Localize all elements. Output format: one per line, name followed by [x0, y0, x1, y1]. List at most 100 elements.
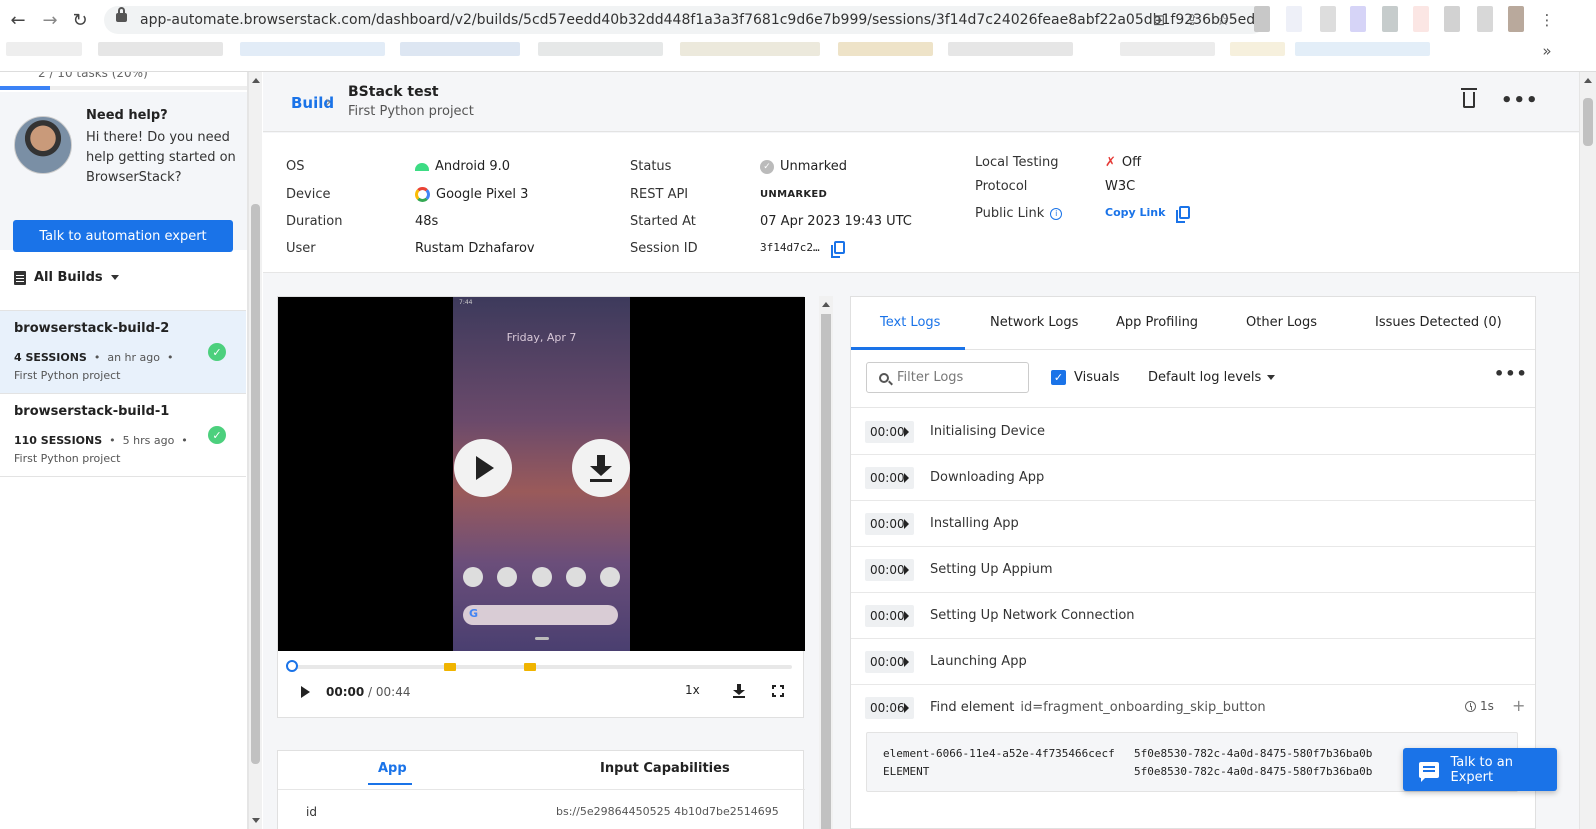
copy-icon[interactable] [830, 241, 845, 258]
log-argument: id=fragment_onboarding_skip_button [1020, 700, 1266, 715]
log-row[interactable]: 00:00 Launching App [851, 639, 1535, 685]
copy-link[interactable]: Copy Link [1105, 206, 1191, 223]
video-column-scrollbar[interactable] [819, 296, 833, 829]
more-options-icon[interactable]: ••• [1494, 364, 1528, 383]
build-list-item[interactable]: browserstack-build-1 110 SESSIONS • 5 hr… [0, 394, 246, 477]
tab-app-profiling[interactable]: App Profiling [1116, 315, 1198, 330]
timeline-marker[interactable] [524, 663, 536, 671]
build-age: 5 hrs ago [122, 434, 175, 447]
log-timestamp[interactable]: 00:00 [865, 421, 914, 443]
disconnected-icon: ✗ [1105, 155, 1116, 170]
tab-input-capabilities[interactable]: Input Capabilities [600, 761, 730, 776]
expand-icon[interactable]: + [1512, 696, 1525, 715]
extension-icon[interactable] [1382, 6, 1398, 32]
log-row[interactable]: 00:00 Setting Up Network Connection [851, 593, 1535, 639]
log-row[interactable]: 00:00 Installing App [851, 501, 1535, 547]
talk-to-expert-button[interactable]: Talk to an Expert [1403, 748, 1557, 791]
share-icon[interactable]: ⇪ [1183, 11, 1201, 29]
tab-app[interactable]: App [378, 761, 407, 776]
bookmark-item[interactable] [680, 42, 820, 56]
log-row[interactable]: 00:00 Setting Up Appium [851, 547, 1535, 593]
scrollbar-thumb[interactable] [1583, 98, 1593, 146]
playback-speed[interactable]: 1x [685, 683, 700, 697]
reload-icon[interactable]: ↻ [68, 8, 92, 32]
tab-issues-detected[interactable]: Issues Detected (0) [1375, 315, 1502, 330]
log-timestamp[interactable]: 00:00 [865, 467, 914, 489]
copy-icon[interactable] [1176, 206, 1191, 223]
extension-icon[interactable] [1286, 6, 1302, 32]
extension-icon[interactable] [1350, 6, 1366, 32]
play-icon[interactable] [301, 686, 310, 698]
bookmark-item[interactable] [838, 42, 933, 56]
trash-icon[interactable] [1461, 88, 1477, 108]
extension-icon[interactable] [1444, 6, 1460, 32]
scrollbar-thumb[interactable] [251, 204, 260, 764]
log-timestamp[interactable]: 00:00 [865, 651, 914, 673]
bookmark-item[interactable] [400, 42, 520, 56]
log-timestamp[interactable]: 00:00 [865, 513, 914, 535]
tab-other-logs[interactable]: Other Logs [1246, 315, 1317, 330]
kebab-menu-icon[interactable]: ⋮ [1538, 11, 1556, 29]
forward-icon[interactable]: → [38, 8, 62, 32]
more-bookmarks-icon[interactable]: » [1538, 42, 1556, 60]
log-levels-dropdown[interactable]: Default log levels [1148, 370, 1276, 385]
back-icon[interactable]: ← [6, 8, 30, 32]
filter-logs-input[interactable]: Filter Logs [866, 362, 1029, 393]
timeline-knob[interactable] [286, 660, 298, 672]
log-row[interactable]: 00:00 Initialising Device [851, 409, 1535, 455]
star-icon[interactable]: ☆ [1214, 11, 1232, 29]
talk-to-automation-expert-button[interactable]: Talk to automation expert [13, 220, 233, 252]
extension-icon[interactable] [1477, 6, 1493, 32]
tab-text-logs[interactable]: Text Logs [880, 315, 940, 330]
status-value: ✓ Unmarked [760, 159, 847, 174]
log-timestamp[interactable]: 00:00 [865, 605, 914, 627]
bookmark-item[interactable] [240, 42, 385, 56]
all-builds-dropdown[interactable]: All Builds [14, 270, 119, 285]
bookmark-item[interactable] [98, 42, 223, 56]
bookmark-item[interactable] [1230, 42, 1285, 56]
scroll-up-icon[interactable] [252, 78, 260, 83]
bookmark-item[interactable] [1120, 42, 1215, 56]
translate-icon[interactable]: ⊞ [1150, 11, 1168, 29]
bookmark-item[interactable] [948, 42, 1073, 56]
download-overlay-icon[interactable] [572, 439, 630, 497]
more-options-icon[interactable]: ••• [1501, 90, 1539, 111]
bookmark-item[interactable] [1295, 42, 1430, 56]
info-icon[interactable]: i [1050, 207, 1063, 220]
scroll-up-icon[interactable] [822, 302, 830, 307]
messages-app-icon [497, 567, 518, 587]
timeline-marker[interactable] [444, 663, 456, 671]
log-row[interactable]: 00:06 Find element id=fragment_onboarding… [851, 685, 1535, 731]
visuals-checkbox[interactable]: ✓ Visuals [1051, 370, 1120, 385]
video-timeline[interactable] [290, 665, 792, 669]
fullscreen-corner [780, 685, 784, 689]
log-timestamp[interactable]: 00:00 [865, 559, 914, 581]
video-frame[interactable]: 7:44 Friday, Apr 7 [278, 297, 805, 651]
log-row[interactable]: 00:00 Downloading App [851, 455, 1535, 501]
fullscreen-icon[interactable] [772, 685, 784, 697]
bookmark-item[interactable] [538, 42, 663, 56]
profile-icon[interactable] [1508, 6, 1524, 32]
extension-icon[interactable] [1254, 6, 1270, 32]
scroll-up-icon[interactable] [1584, 78, 1592, 83]
log-text: Launching App [930, 654, 1027, 669]
page-scrollbar[interactable] [1579, 72, 1596, 829]
checkbox-checked-icon[interactable]: ✓ [1051, 370, 1066, 385]
play-overlay-icon[interactable] [454, 439, 512, 497]
scroll-down-icon[interactable] [252, 818, 260, 823]
tab-network-logs[interactable]: Network Logs [990, 315, 1078, 330]
log-timestamp[interactable]: 00:06 [865, 697, 914, 719]
download-icon[interactable] [733, 684, 745, 698]
sidebar-scrollbar[interactable] [248, 72, 262, 829]
response-value: 5f0e8530-782c-4a0d-8475-580f7b36ba0b [1134, 747, 1373, 760]
copy-link-text[interactable]: Copy Link [1105, 206, 1165, 219]
extension-icon[interactable] [1320, 6, 1336, 32]
scrollbar-thumb[interactable] [821, 314, 831, 829]
talk-to-expert-label: Talk to an Expert [1450, 754, 1513, 785]
address-bar[interactable]: app-automate.browserstack.com/dashboard/… [104, 6, 1266, 34]
session-id-text: 3f14d7c2… [760, 241, 820, 254]
build-list-item[interactable]: browserstack-build-2 4 SESSIONS • an hr … [0, 311, 246, 394]
bookmark-item[interactable] [6, 42, 82, 56]
extension-icon[interactable] [1413, 6, 1429, 32]
log-text: Find element id=fragment_onboarding_skip_… [930, 700, 1266, 715]
